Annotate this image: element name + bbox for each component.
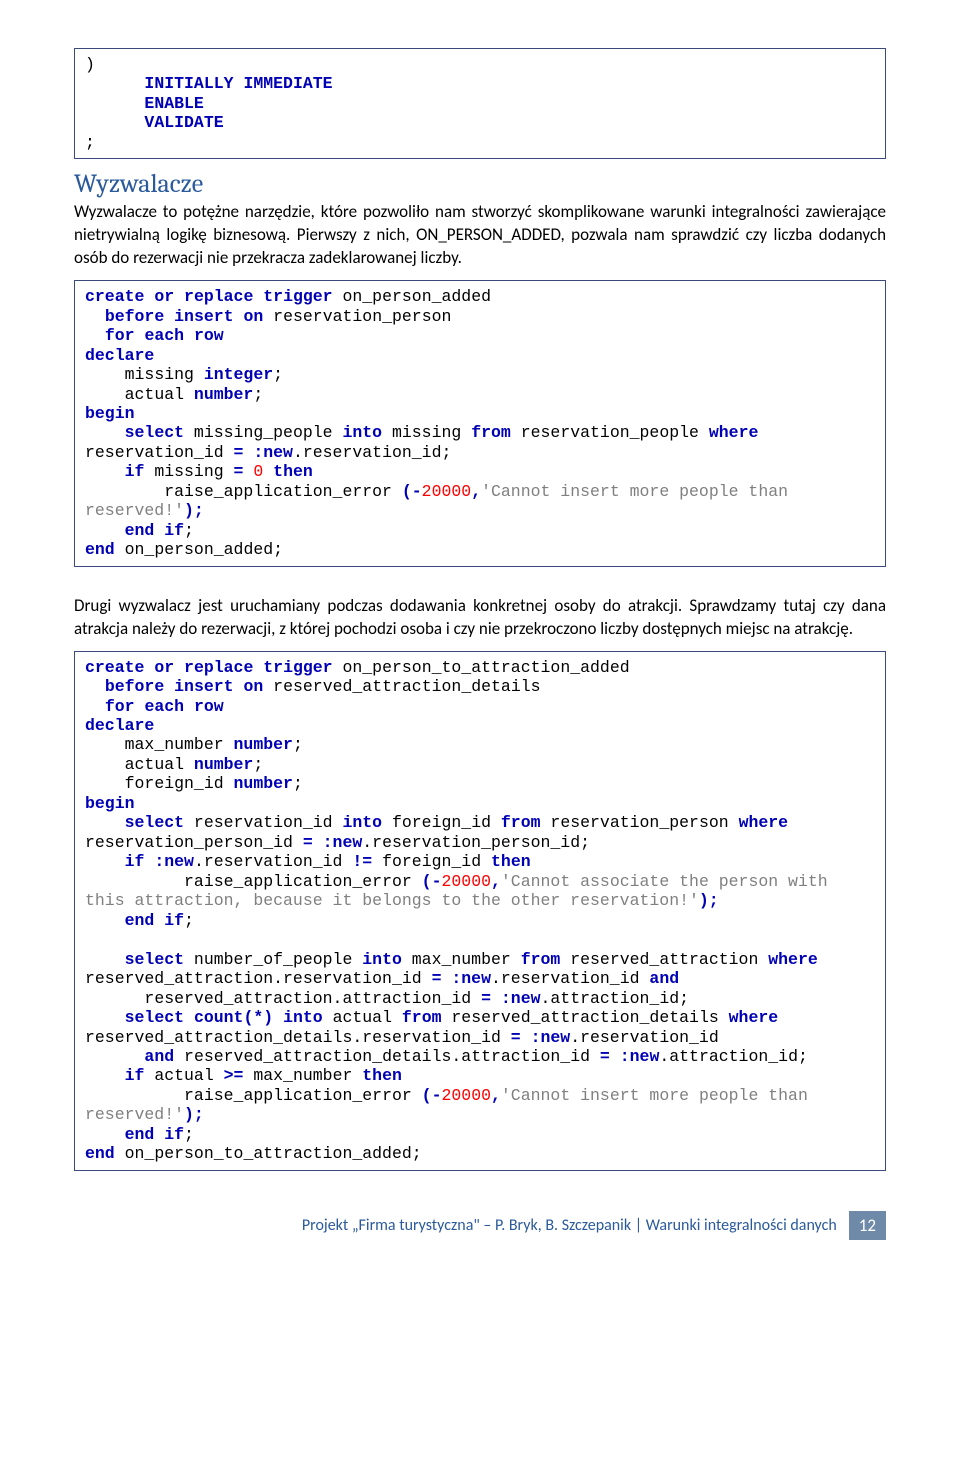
page-footer: Projekt „Firma turystyczna" – P. Bryk, B… [74,1211,886,1240]
code-block-2: create or replace trigger on_person_adde… [74,280,886,567]
code-block-1: ) INITIALLY IMMEDIATE ENABLE VALIDATE ; [74,48,886,159]
page-number-badge: 12 [849,1211,886,1240]
paragraph-1: Wyzwalacze to potężne narzędzie, które p… [74,201,886,270]
code-block-3: create or replace trigger on_person_to_a… [74,651,886,1171]
footer-text: Projekt „Firma turystyczna" – P. Bryk, B… [302,1211,837,1240]
paragraph-2: Drugi wyzwalacz jest uruchamiany podczas… [74,595,886,641]
section-heading-wyzwalacze: Wyzwalacze [74,169,886,199]
